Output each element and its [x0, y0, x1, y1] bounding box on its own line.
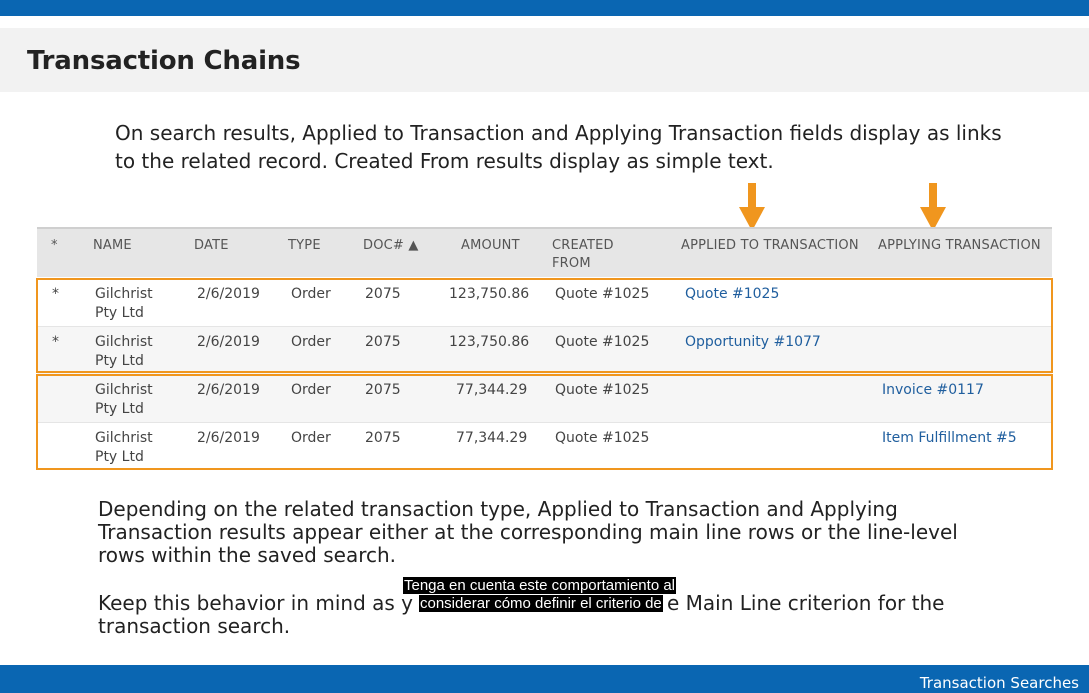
row-type: Order: [291, 382, 331, 398]
col-header-created-line-2: FROM: [552, 256, 591, 271]
top-accent-bar: [0, 0, 1089, 16]
row-name-line-2: Pty Ltd: [95, 449, 144, 465]
col-header-name[interactable]: NAME: [93, 237, 132, 255]
col-header-applying[interactable]: APPLYING TRANSACTION: [878, 237, 1041, 255]
body-p2-start: Keep this behavior in mind as y: [98, 591, 413, 615]
down-arrow-icon: [739, 183, 765, 231]
col-header-amount[interactable]: AMOUNT: [461, 237, 520, 255]
row-doc: 2075: [365, 286, 401, 302]
row-name-line-2: Pty Ltd: [95, 401, 144, 417]
title-band: Transaction Chains: [0, 28, 1089, 92]
subtitle-caption-line-1: Tenga en cuenta este comportamiento al: [403, 577, 677, 594]
col-header-created-from[interactable]: CREATED FROM: [552, 237, 614, 273]
intro-text: On search results, Applied to Transactio…: [115, 119, 1055, 175]
footer-bar: Transaction Searches: [0, 665, 1089, 693]
body-p2-end: e Main Line criterion for the: [667, 591, 945, 615]
row-created-from: Quote #1025: [555, 286, 650, 302]
search-results-table: * NAME DATE TYPE DOC# ▲ AMOUNT CREATED F…: [37, 227, 1052, 471]
footer-label: Transaction Searches: [919, 674, 1079, 692]
row-amount: 123,750.86: [449, 334, 530, 350]
body-p1-line-1: Depending on the related transaction typ…: [98, 497, 898, 521]
body-p2-line-2: transaction search.: [98, 614, 291, 638]
row-doc: 2075: [365, 430, 401, 446]
col-header-star[interactable]: *: [51, 237, 58, 255]
subtitle-caption-line-2: considerar cómo definir el criterio de: [419, 595, 663, 612]
body-p1-line-2: Transaction results appear either at the…: [98, 520, 958, 544]
row-star: *: [52, 286, 59, 302]
table-row: Gilchrist Pty Ltd 2/6/2019 Order 2075 77…: [37, 375, 1052, 423]
row-name: Gilchrist Pty Ltd: [95, 381, 153, 419]
col-header-type[interactable]: TYPE: [288, 237, 321, 255]
row-date: 2/6/2019: [197, 382, 260, 398]
row-name-line-1: Gilchrist: [95, 334, 153, 350]
row-name-line-1: Gilchrist: [95, 286, 153, 302]
body-p1-line-3: rows within the saved search.: [98, 543, 397, 567]
row-name-line-1: Gilchrist: [95, 382, 153, 398]
row-name-line-2: Pty Ltd: [95, 305, 144, 321]
table-row: * Gilchrist Pty Ltd 2/6/2019 Order 2075 …: [37, 327, 1052, 375]
row-name-line-1: Gilchrist: [95, 430, 153, 446]
table-row: * Gilchrist Pty Ltd 2/6/2019 Order 2075 …: [37, 279, 1052, 327]
row-type: Order: [291, 286, 331, 302]
row-created-from: Quote #1025: [555, 382, 650, 398]
row-amount: 77,344.29: [456, 382, 528, 398]
table-row: Gilchrist Pty Ltd 2/6/2019 Order 2075 77…: [37, 423, 1052, 471]
row-created-from: Quote #1025: [555, 430, 650, 446]
body-paragraph-1: Depending on the related transaction typ…: [98, 498, 998, 567]
col-header-created-line-1: CREATED: [552, 238, 614, 253]
row-applying-link[interactable]: Item Fulfillment #5: [882, 429, 1017, 448]
row-created-from: Quote #1025: [555, 334, 650, 350]
down-arrow-icon: [920, 183, 946, 231]
row-applied-to-link[interactable]: Opportunity #1077: [685, 333, 821, 352]
row-amount: 123,750.86: [449, 286, 530, 302]
table-header: * NAME DATE TYPE DOC# ▲ AMOUNT CREATED F…: [37, 227, 1052, 277]
row-name-line-2: Pty Ltd: [95, 353, 144, 369]
row-star: *: [52, 334, 59, 350]
col-header-doc[interactable]: DOC# ▲: [363, 237, 419, 255]
row-name: Gilchrist Pty Ltd: [95, 429, 153, 467]
row-doc: 2075: [365, 334, 401, 350]
col-header-date[interactable]: DATE: [194, 237, 229, 255]
row-amount: 77,344.29: [456, 430, 528, 446]
row-type: Order: [291, 334, 331, 350]
row-name: Gilchrist Pty Ltd: [95, 333, 153, 371]
intro-line-2: to the related record. Created From resu…: [115, 149, 774, 173]
intro-line-1: On search results, Applied to Transactio…: [115, 121, 1002, 145]
slide-title: Transaction Chains: [27, 46, 301, 76]
row-date: 2/6/2019: [197, 286, 260, 302]
row-doc: 2075: [365, 382, 401, 398]
row-applied-to-link[interactable]: Quote #1025: [685, 285, 779, 304]
row-type: Order: [291, 430, 331, 446]
row-name: Gilchrist Pty Ltd: [95, 285, 153, 323]
row-date: 2/6/2019: [197, 334, 260, 350]
row-date: 2/6/2019: [197, 430, 260, 446]
row-applying-link[interactable]: Invoice #0117: [882, 381, 984, 400]
col-header-applied-to[interactable]: APPLIED TO TRANSACTION: [681, 237, 859, 255]
